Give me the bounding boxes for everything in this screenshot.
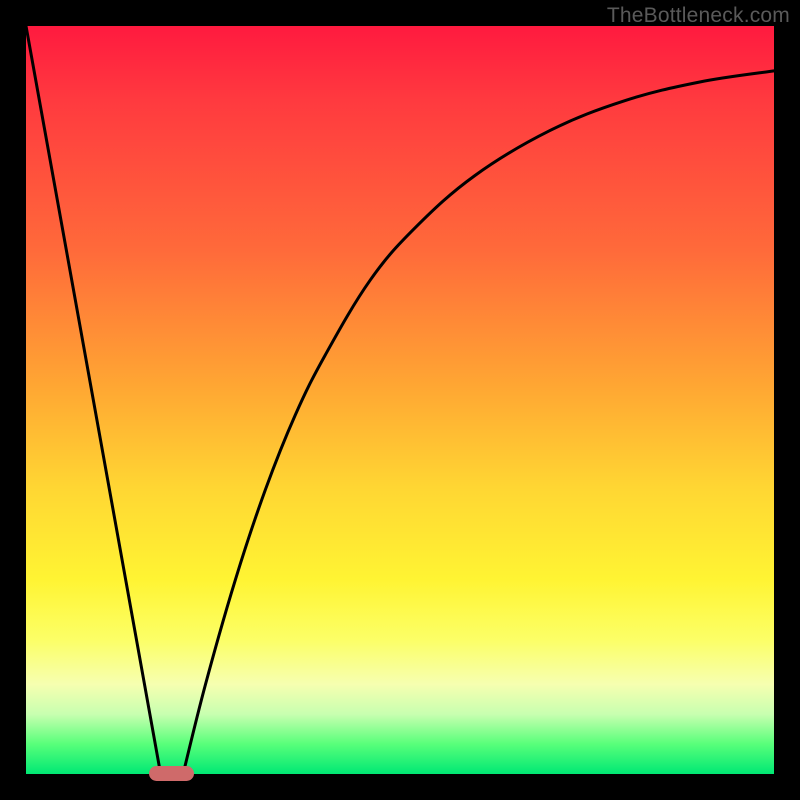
- plot-area: [26, 26, 774, 774]
- chart-frame: TheBottleneck.com: [0, 0, 800, 800]
- watermark-text: TheBottleneck.com: [607, 4, 790, 28]
- series-right-curve: [183, 71, 774, 774]
- series-left-line: [26, 26, 161, 774]
- chart-lines: [26, 26, 774, 774]
- bottleneck-marker: [149, 766, 194, 781]
